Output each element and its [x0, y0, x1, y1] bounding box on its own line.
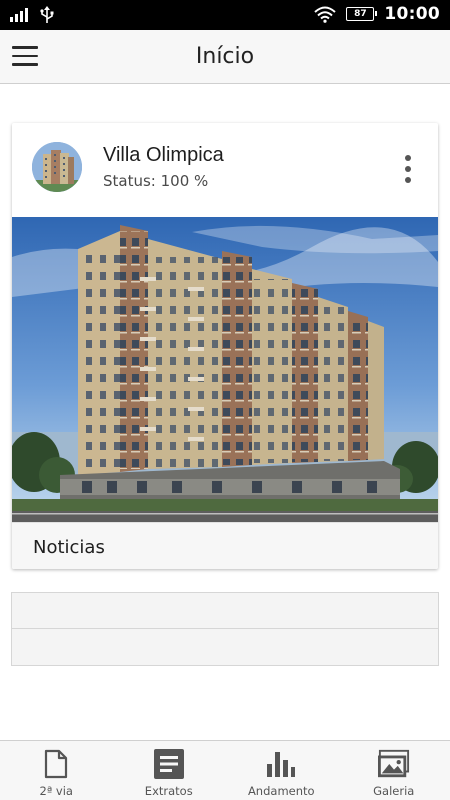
project-title: Villa Olimpica [103, 144, 224, 166]
project-card[interactable]: Villa Olimpica Status: 100 % Noticias [12, 123, 438, 569]
nav-item-andamento[interactable]: Andamento [225, 741, 338, 800]
nav-label-2a-via: 2ª via [39, 784, 73, 798]
battery-level: 87 [354, 9, 367, 19]
bar-chart-icon [265, 748, 297, 780]
news-button[interactable]: Noticias [12, 522, 438, 569]
status-time: 10:00 [384, 4, 440, 24]
usb-icon [40, 6, 54, 23]
app-bar: Início [0, 30, 450, 84]
news-label: Noticias [33, 537, 105, 558]
status-bar: 87 10:00 [0, 0, 450, 30]
more-vert-icon[interactable] [402, 155, 414, 183]
list-item[interactable] [12, 593, 438, 629]
project-status: Status: 100 % [103, 172, 209, 190]
signal-icon [10, 8, 28, 22]
status-right-icons: 87 10:00 [314, 4, 440, 24]
news-list [11, 592, 439, 666]
gallery-icon [377, 748, 410, 780]
nav-label-andamento: Andamento [247, 784, 315, 798]
nav-item-2a-via[interactable]: 2ª via [0, 741, 113, 800]
nav-item-galeria[interactable]: Galeria [338, 741, 450, 800]
nav-label-extratos: Extratos [144, 784, 193, 798]
status-left-icons [10, 6, 54, 24]
wifi-icon [314, 6, 337, 23]
nav-label-galeria: Galeria [373, 784, 415, 798]
project-hero-image[interactable] [12, 217, 438, 522]
bottom-navigation: 2ª via Extratos Andamento Galeria [0, 740, 450, 800]
document-icon [40, 748, 72, 780]
list-item[interactable] [12, 629, 438, 665]
project-avatar [32, 142, 82, 192]
battery-icon: 87 [346, 7, 378, 21]
list-icon [153, 748, 185, 780]
nav-item-extratos[interactable]: Extratos [113, 741, 226, 800]
project-card-header: Villa Olimpica Status: 100 % [12, 123, 438, 217]
page-title: Início [195, 44, 255, 69]
